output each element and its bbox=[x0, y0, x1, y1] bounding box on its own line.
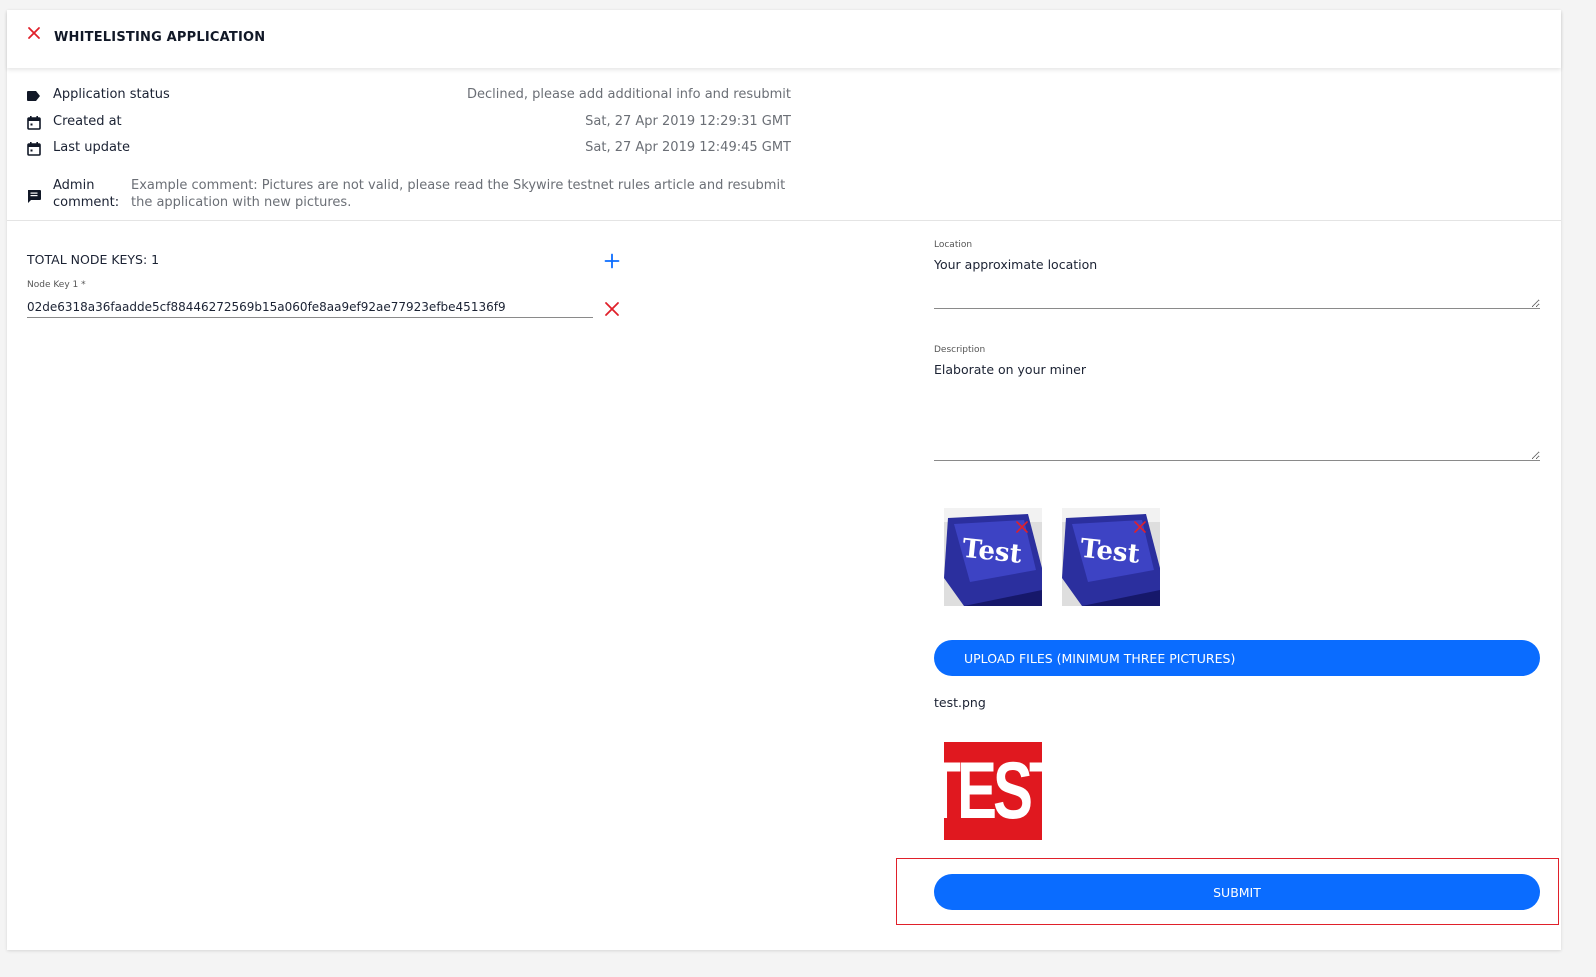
thumbnail-text: Test bbox=[1079, 534, 1141, 570]
created-value: Sat, 27 Apr 2019 12:29:31 GMT bbox=[585, 114, 791, 129]
description-label: Description bbox=[934, 345, 986, 355]
thumbnail-text: Test bbox=[961, 534, 1023, 570]
location-field[interactable] bbox=[934, 256, 1540, 309]
admin-comment-label: Admin comment: bbox=[53, 177, 119, 211]
comment-icon bbox=[28, 190, 41, 203]
updated-label: Last update bbox=[53, 140, 131, 155]
created-row: Created at Sat, 27 Apr 2019 12:29:31 GMT bbox=[26, 113, 791, 131]
admin-label-line1: Admin bbox=[53, 178, 95, 193]
tag-icon bbox=[27, 91, 40, 101]
submit-button[interactable]: SUBMIT bbox=[934, 874, 1540, 910]
calendar-icon bbox=[27, 142, 41, 156]
remove-node-key-icon[interactable] bbox=[604, 301, 620, 317]
total-node-keys: TOTAL NODE KEYS: 1 bbox=[27, 252, 160, 267]
section-divider bbox=[7, 220, 1561, 221]
admin-label-line2: comment: bbox=[53, 195, 120, 210]
application-card: WHITELISTING APPLICATION Application sta… bbox=[7, 10, 1561, 950]
close-icon[interactable] bbox=[27, 26, 41, 40]
node-key-label: Node Key 1 * bbox=[27, 280, 86, 290]
remove-image-icon[interactable] bbox=[1133, 520, 1147, 534]
created-label: Created at bbox=[53, 114, 122, 129]
status-label: Application status bbox=[53, 87, 170, 102]
updated-row: Last update Sat, 27 Apr 2019 12:49:45 GM… bbox=[26, 139, 791, 157]
uploaded-file-name: test.png bbox=[934, 695, 986, 710]
add-node-key-icon[interactable] bbox=[604, 253, 620, 269]
preview-text: TEST bbox=[924, 745, 1065, 836]
dialog-title: WHITELISTING APPLICATION bbox=[54, 30, 266, 45]
dialog-header: WHITELISTING APPLICATION bbox=[7, 10, 1561, 68]
location-label: Location bbox=[934, 240, 973, 250]
admin-comment-row: Admin comment: Example comment: Pictures… bbox=[26, 176, 791, 212]
updated-value: Sat, 27 Apr 2019 12:49:45 GMT bbox=[585, 140, 791, 155]
remove-image-icon[interactable] bbox=[1015, 520, 1029, 534]
admin-comment-text: Example comment: Pictures are not valid,… bbox=[131, 178, 786, 210]
node-key-input[interactable] bbox=[27, 296, 593, 318]
status-value: Declined, please add additional info and… bbox=[467, 87, 791, 102]
description-field[interactable] bbox=[934, 361, 1540, 461]
uploaded-image-preview: TEST bbox=[924, 742, 1066, 840]
calendar-icon bbox=[27, 116, 41, 130]
status-row: Application status Declined, please add … bbox=[26, 86, 791, 104]
upload-files-button[interactable]: UPLOAD FILES (MINIMUM THREE PICTURES) bbox=[934, 640, 1540, 676]
